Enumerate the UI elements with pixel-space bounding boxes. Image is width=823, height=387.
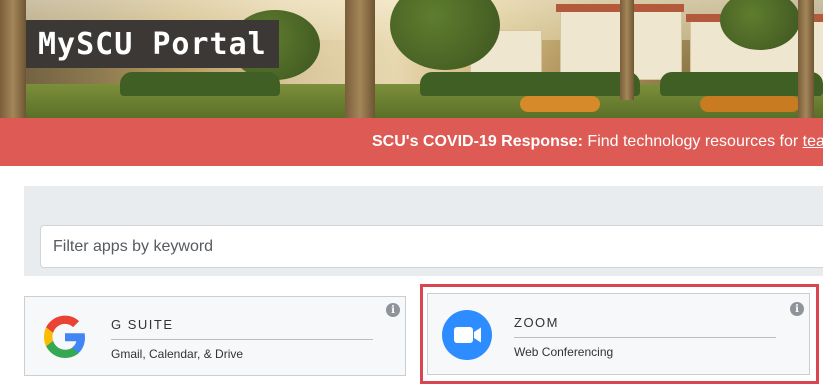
hero-banner-image: MySCU Portal (0, 0, 823, 118)
info-icon[interactable]: i (386, 303, 400, 317)
divider (111, 339, 373, 340)
banner-text: Find technology resources for (582, 133, 803, 150)
banner-teaching-link[interactable]: teaching (803, 133, 823, 150)
portal-title: MySCU Portal (26, 20, 279, 68)
google-g-icon (44, 315, 85, 358)
app-card-gsuite[interactable]: G SUITE Gmail, Calendar, & Drive i (24, 296, 406, 376)
app-title: G SUITE (111, 317, 174, 332)
selection-highlight-box (420, 284, 819, 384)
banner-label: SCU's COVID-19 Response: (372, 133, 583, 150)
app-description: Gmail, Calendar, & Drive (111, 347, 244, 361)
covid-announcement-banner: SCU's COVID-19 Response: Find technology… (0, 118, 823, 166)
filter-apps-input[interactable] (40, 225, 823, 268)
